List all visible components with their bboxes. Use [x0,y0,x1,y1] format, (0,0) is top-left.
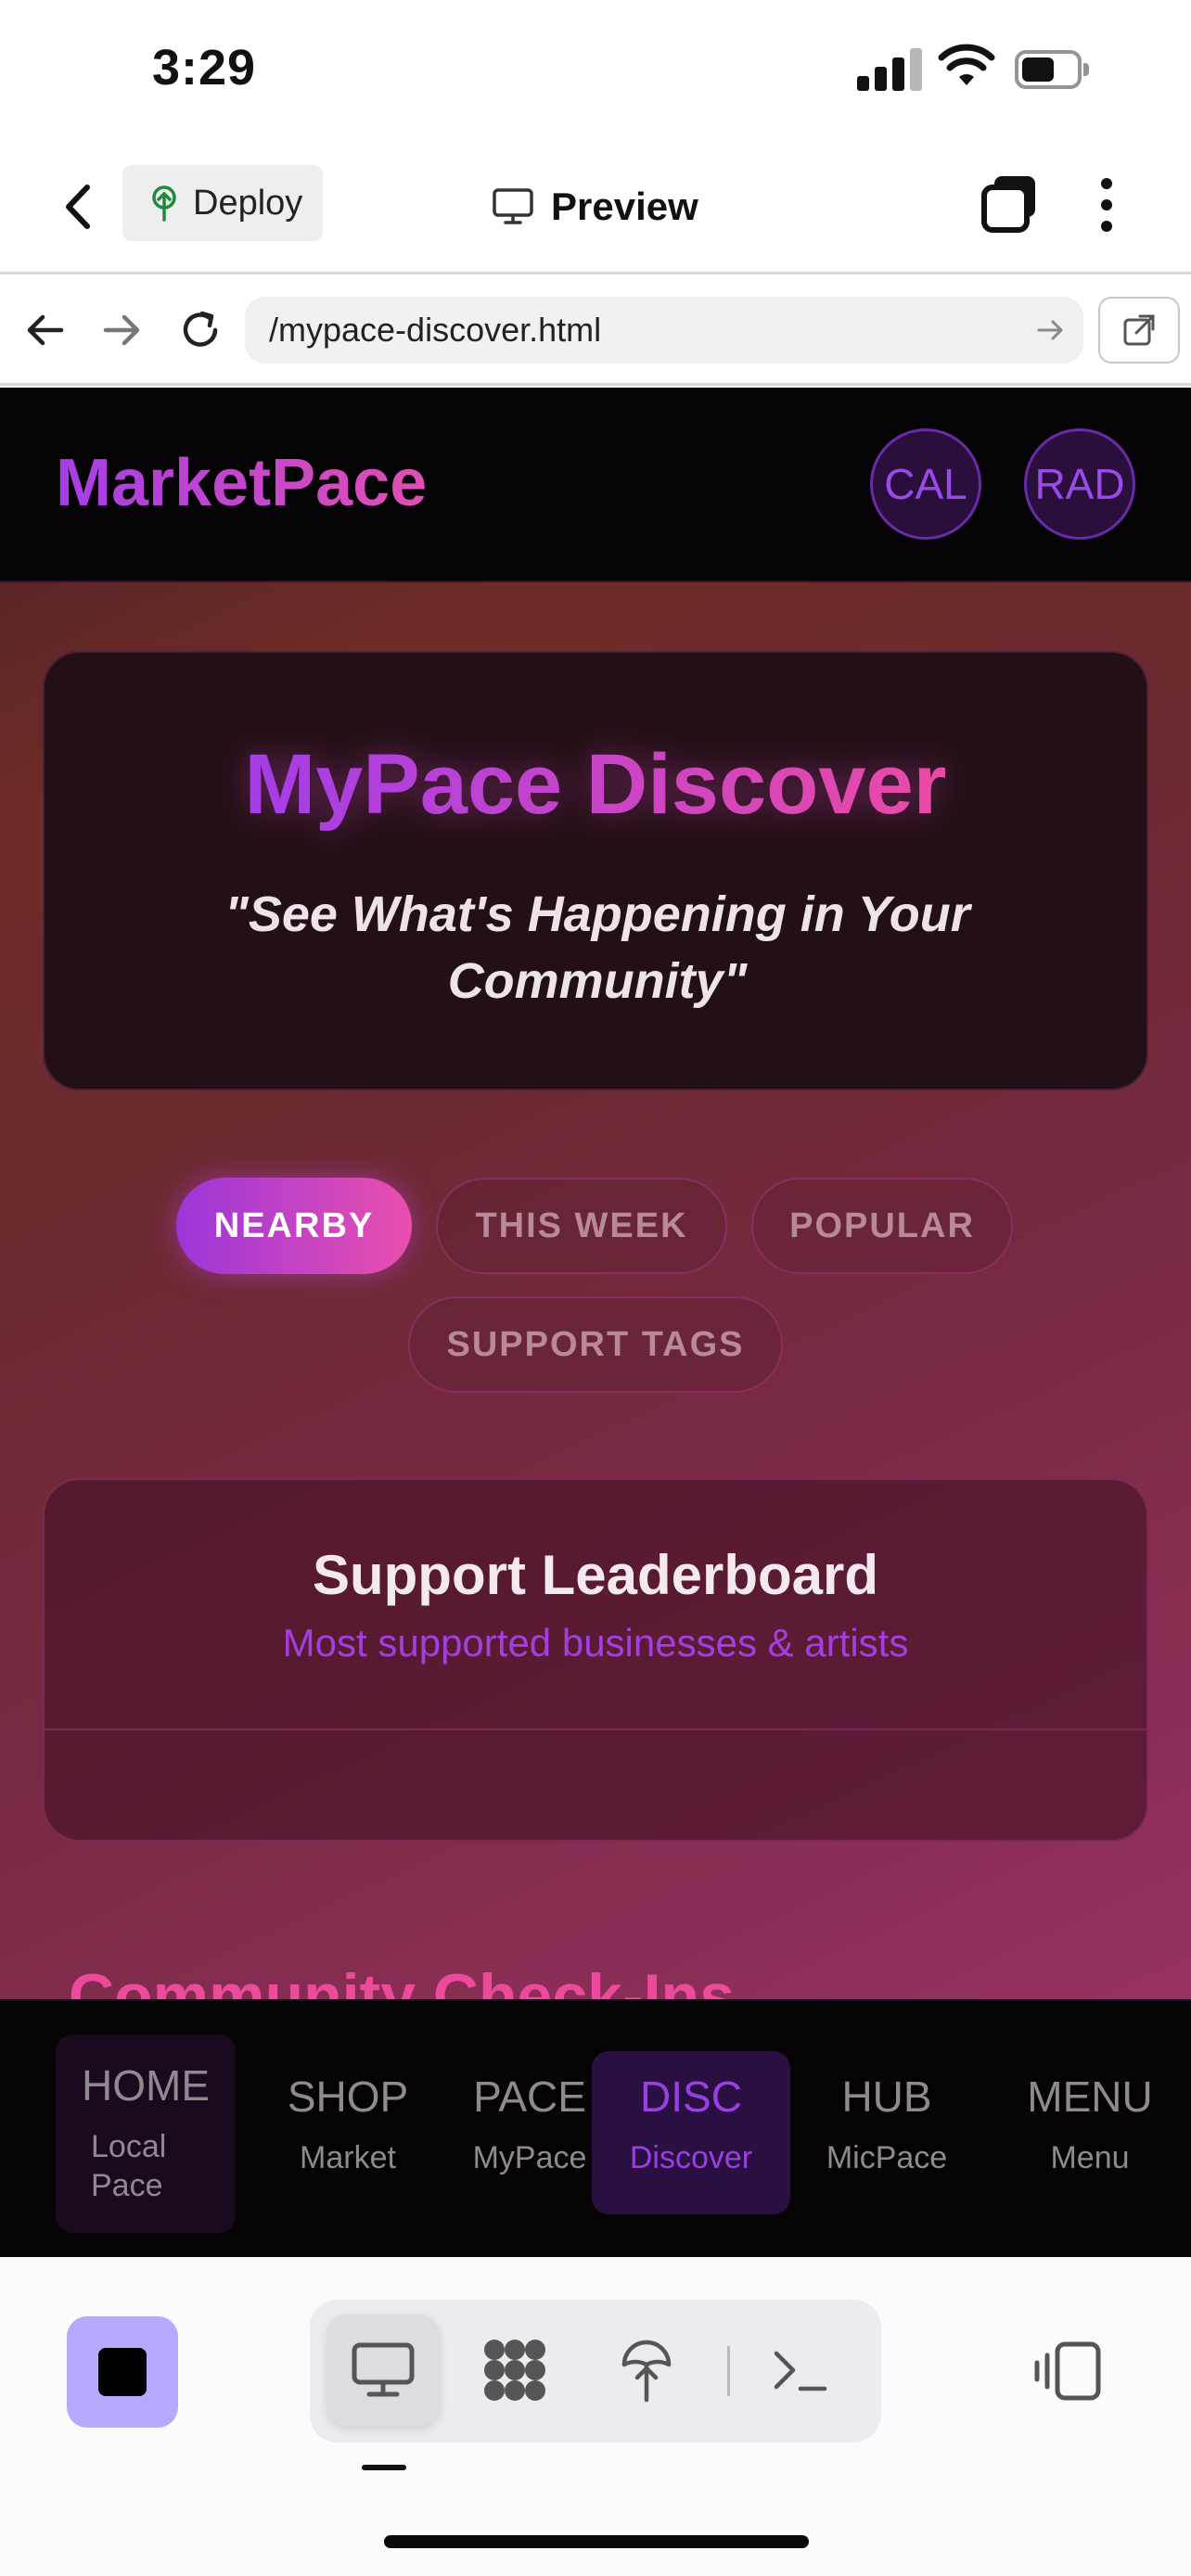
console-view-button[interactable] [744,2315,857,2426]
forward-arrow-icon[interactable] [93,302,148,358]
home-indicator [384,2535,809,2548]
external-link-icon [1123,314,1155,346]
stop-icon [98,2348,147,2396]
filter-nearby[interactable]: NEARBY [176,1178,412,1274]
cal-button[interactable]: CAL [870,428,981,540]
deploy-icon [621,2340,672,2403]
monitor-icon [493,188,533,224]
deploy-icon [152,185,176,222]
filter-support-tags[interactable]: SUPPORT TAGS [408,1296,783,1393]
reload-icon[interactable] [173,302,228,358]
status-time: 3:29 [152,40,257,96]
leaderboard-subtitle: Most supported businesses & artists [282,1621,909,1664]
stop-button[interactable] [67,2316,178,2428]
site-bottom-nav: HOME Local Pace SHOP Market PACE MyPace … [0,1999,1191,2257]
more-vertical-icon[interactable] [1083,172,1130,237]
side-panel-icon[interactable] [1033,2337,1104,2407]
leaderboard-title: Support Leaderboard [312,1544,879,1606]
nav-code: MENU [1027,2072,1153,2121]
url-text: /mypace-discover.html [269,311,602,349]
view-mode-switcher [310,2300,881,2442]
browser-url-bar: /mypace-discover.html [0,274,1191,386]
filter-this-week[interactable]: THIS WEEK [436,1178,727,1274]
leaderboard-divider [45,1728,1146,1730]
nav-name: Menu [1050,2140,1130,2175]
status-bar: 3:29 [0,0,1191,139]
go-arrow-icon[interactable] [1033,313,1067,347]
preview-label: Preview [551,185,698,228]
nav-item-menu[interactable]: MENU Menu [1002,2051,1178,2214]
back-arrow-icon[interactable] [19,302,74,358]
grid-apps-icon [484,2340,545,2401]
url-input[interactable]: /mypace-discover.html [245,297,1083,363]
tabs-icon[interactable] [980,172,1041,234]
nav-item-hub[interactable]: HUB MicPace [803,2051,970,2214]
deploy-button[interactable]: Deploy [122,165,323,241]
battery-icon [1015,50,1089,89]
nav-code: HOME [82,2061,210,2110]
terminal-icon [774,2351,827,2391]
preview-title: Preview [492,174,698,239]
nav-name: Market [300,2140,396,2175]
rad-button[interactable]: RAD [1024,428,1135,540]
nav-name: Local Pace [91,2129,167,2203]
open-external-button[interactable] [1098,297,1180,363]
apps-view-button[interactable] [458,2315,571,2426]
deploy-view-button[interactable] [590,2315,703,2426]
app-toolbar [0,2257,1191,2576]
nav-item-shop[interactable]: SHOP Market [269,2051,427,2214]
nav-name: Discover [629,2140,753,2175]
filter-popular[interactable]: POPULAR [751,1178,1013,1274]
active-view-indicator [362,2465,406,2470]
nav-item-home[interactable]: HOME Local Pace [56,2034,236,2233]
hero-subtitle: "See What's Happening in Your Community" [224,886,970,1009]
nav-code: SHOP [287,2072,409,2121]
deploy-label: Deploy [193,183,303,223]
nav-name: MicPace [826,2140,948,2175]
nav-code: HUB [841,2072,932,2121]
hero-card: MyPace Discover "See What's Happening in… [43,651,1148,1090]
toolbar-divider [727,2346,730,2396]
webview: MarketPace CAL RAD MyPace Discover "See … [0,388,1191,2257]
site-logo[interactable]: MarketPace [56,445,427,521]
support-leaderboard-card: Support Leaderboard Most supported busin… [43,1478,1148,1842]
desktop-view-button[interactable] [327,2315,440,2426]
hero-title: MyPace Discover [45,736,1146,834]
cellular-signal-icon [857,46,922,91]
nav-item-discover[interactable]: DISC Discover [592,2051,790,2214]
site-header: MarketPace CAL RAD [0,388,1191,582]
desktop-icon [352,2342,415,2397]
wifi-icon [938,44,995,85]
app-header: Deploy Preview [0,139,1191,274]
nav-code: DISC [640,2072,742,2121]
back-chevron-icon[interactable] [52,176,108,237]
